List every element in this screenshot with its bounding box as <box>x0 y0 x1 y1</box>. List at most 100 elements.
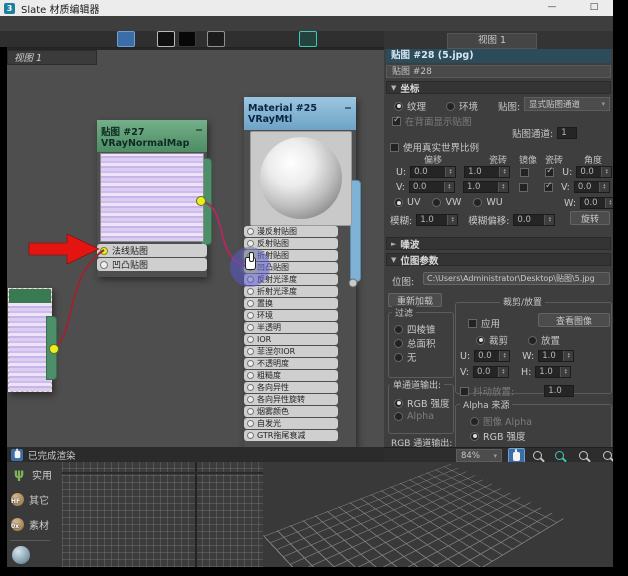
node-slot[interactable]: 半透明 <box>244 322 338 333</box>
select-tool-icon[interactable] <box>6 32 22 46</box>
u-mirror-checkbox[interactable] <box>520 167 530 177</box>
align-children-icon[interactable] <box>234 32 250 46</box>
blur-field[interactable]: 1.0 <box>416 214 459 226</box>
show-color-swatch-icon[interactable] <box>178 31 196 47</box>
slot-dot-icon[interactable] <box>247 300 254 307</box>
pick-from-library-icon[interactable] <box>63 32 79 46</box>
place-radio[interactable]: 放置 <box>528 333 560 347</box>
v-tiling-field[interactable]: 1.0 <box>462 181 509 193</box>
node-header[interactable]: 贴图 #27 − VRayNormalMap <box>97 120 207 152</box>
slot-dot-icon[interactable] <box>247 336 254 343</box>
slot-dot-icon[interactable] <box>247 408 254 415</box>
u-tile-checkbox[interactable] <box>545 166 555 177</box>
slot-dot-icon[interactable] <box>100 260 108 269</box>
u-tiling-field[interactable]: 1.0 <box>464 166 511 178</box>
vw-radio[interactable] <box>432 198 442 207</box>
maximize-button[interactable]: □ <box>583 1 605 14</box>
zoom-region-icon[interactable] <box>552 448 567 462</box>
crop-radio[interactable]: 裁剪 <box>476 333 508 347</box>
slot-dot-icon[interactable] <box>247 324 254 331</box>
w-angle-field[interactable]: 0.0 <box>580 197 617 209</box>
node-slot[interactable]: 自发光 <box>244 418 338 429</box>
v-mirror-checkbox[interactable] <box>518 182 528 192</box>
mapping-mode-dropdown[interactable]: 显式贴图通道 <box>524 97 610 111</box>
show-shaded-material-icon[interactable] <box>117 31 135 47</box>
node-slot[interactable]: 凹凸贴图 <box>97 258 207 271</box>
alpha-rgb-radio[interactable]: RGB 强度 <box>470 429 526 443</box>
sidebar-sphere-icon[interactable] <box>12 546 30 564</box>
zoom-extents-icon[interactable] <box>576 448 591 462</box>
u-offset-field[interactable]: 0.0 <box>410 166 457 178</box>
node-slot[interactable]: 烟雾颜色 <box>244 406 338 417</box>
node-slot[interactable]: 凹凸贴图 <box>244 262 338 273</box>
hide-unused-nodeslots-icon[interactable] <box>253 32 269 46</box>
apply-checkbox[interactable]: 应用 <box>468 316 500 330</box>
node-slot[interactable]: 反射贴图 <box>244 238 338 249</box>
reload-button[interactable]: 重新加载 <box>388 293 442 307</box>
crop-u-field[interactable]: 0.0 <box>474 350 511 362</box>
panel-view-tab[interactable]: 视图 1 <box>447 33 537 49</box>
front-viewport-grid[interactable] <box>62 462 263 567</box>
map-selector-dropdown[interactable]: 贴图 #28 <box>386 65 611 78</box>
node-slot[interactable]: IOR <box>244 334 338 345</box>
slot-dot-icon[interactable] <box>247 420 254 427</box>
layout-all-icon[interactable] <box>207 31 225 47</box>
zoom-level-dropdown[interactable]: 84% <box>456 449 502 462</box>
environment-radio[interactable]: 环境 <box>446 99 478 113</box>
crop-v-field[interactable]: 0.0 <box>472 366 509 378</box>
node-header[interactable] <box>9 289 51 303</box>
bitmap-path-button[interactable]: C:\Users\Administrator\Desktop\贴图\5.jpg <box>423 272 610 285</box>
select-by-material-icon[interactable] <box>328 32 344 46</box>
slot-dot-icon[interactable] <box>247 240 254 247</box>
slot-dot-icon[interactable] <box>247 228 254 235</box>
material-list-icon[interactable] <box>280 32 296 46</box>
slot-dot-icon[interactable] <box>247 372 254 379</box>
mono-rgb-radio[interactable]: RGB 强度 <box>394 396 450 410</box>
rollout-noise[interactable]: ► 噪波 <box>386 237 611 251</box>
node-material-25[interactable]: Material #25 − VRayMtl 漫反射贴图 反射贴图 折射贴图 凹凸贴图… <box>244 97 361 447</box>
node-slot[interactable]: 不透明度 <box>244 358 338 369</box>
filter-option-radio[interactable]: 四棱锥 <box>394 322 436 336</box>
slot-dot-icon[interactable] <box>247 384 254 391</box>
v-angle-field[interactable]: 0.0 <box>573 181 610 193</box>
node-slot[interactable]: 粗糙度 <box>244 370 338 381</box>
texture-radio[interactable]: 纹理 <box>394 99 426 113</box>
node-slot[interactable]: 法线贴图 <box>97 244 207 257</box>
rollout-bitmap-params[interactable]: ▼ 位图参数 <box>386 253 611 267</box>
node-slot[interactable]: 各向异性旋转 <box>244 394 338 405</box>
collapse-button[interactable]: − <box>195 125 203 136</box>
slot-dot-icon[interactable] <box>247 432 254 439</box>
collapse-button[interactable]: − <box>344 103 352 114</box>
show-on-back-checkbox[interactable]: 在背面显示贴图 <box>392 114 472 128</box>
slot-dot-icon[interactable] <box>247 312 254 319</box>
view-image-button[interactable]: 查看图像 <box>538 313 610 327</box>
sidebar-tab[interactable]: HF 其它 <box>7 487 62 512</box>
show-background-icon[interactable] <box>157 31 175 47</box>
rollout-coordinates[interactable]: ▼ 坐标 <box>386 81 611 95</box>
node-slot[interactable]: 折射光泽度 <box>244 286 338 297</box>
jitter-checkbox[interactable]: 抖动放置: 1.0 <box>460 384 575 398</box>
delete-selected-icon[interactable] <box>90 32 106 46</box>
mono-alpha-radio[interactable]: Alpha <box>394 411 434 422</box>
perspective-viewport[interactable] <box>263 462 613 567</box>
wu-radio[interactable] <box>473 198 483 207</box>
uv-radio[interactable] <box>394 198 403 207</box>
node-view[interactable]: 视图 1 贴图 #27 − VRayNormalMap 法线贴图 凹凸贴图 Ma… <box>7 50 384 447</box>
pick-eyedropper-icon[interactable] <box>25 32 41 46</box>
node-slot[interactable]: 置换 <box>244 298 338 309</box>
node-map-27[interactable]: 贴图 #27 − VRayNormalMap 法线贴图 凹凸贴图 <box>97 120 212 277</box>
crop-w-field[interactable]: 1.0 <box>538 350 575 362</box>
sidebar-tab[interactable]: 0x 素材 <box>7 512 62 537</box>
node-slot[interactable]: GTR拖尾衰减 <box>244 430 338 441</box>
crop-h-field[interactable]: 1.0 <box>535 366 572 378</box>
node-slot[interactable]: 各向异性 <box>244 382 338 393</box>
slot-dot-icon[interactable] <box>247 288 254 295</box>
v-offset-field[interactable]: 0.0 <box>408 181 455 193</box>
jitter-field[interactable]: 1.0 <box>544 385 575 397</box>
node-slot[interactable]: 折射贴图 <box>244 250 338 261</box>
node-slot[interactable]: 反射光泽度 <box>244 274 338 285</box>
slot-dot-icon[interactable] <box>247 396 254 403</box>
node-slot[interactable]: 菲涅尔IOR <box>244 346 338 357</box>
sidebar-tab[interactable]: 实用 <box>7 462 62 487</box>
slot-dot-icon[interactable] <box>247 348 254 355</box>
